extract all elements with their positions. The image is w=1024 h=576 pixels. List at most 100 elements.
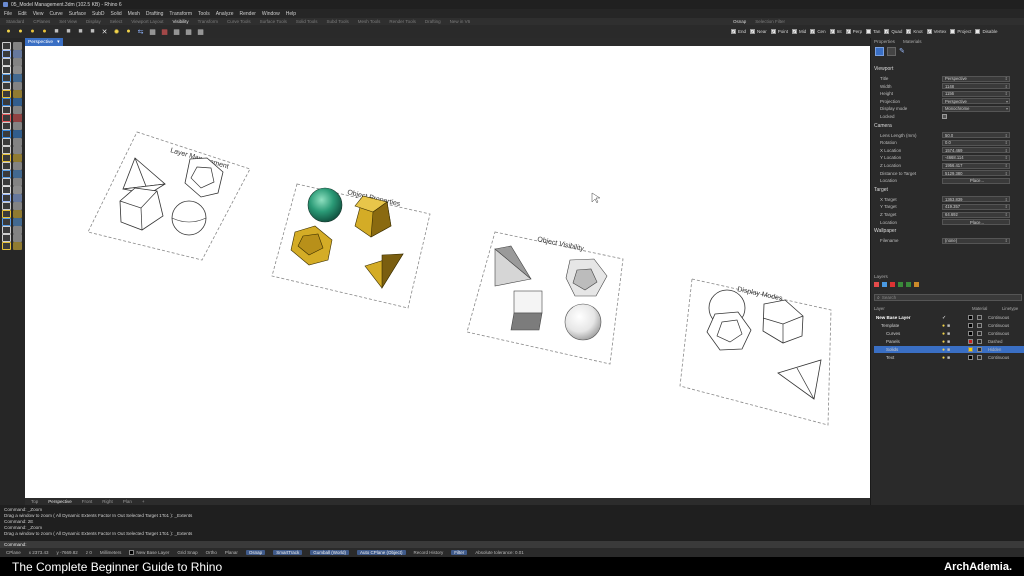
light-bulb-icon[interactable]: ● (942, 331, 945, 337)
toolbar-tab[interactable]: Mesh Tools (358, 19, 381, 24)
light-bulb-icon[interactable]: ● (4, 27, 13, 36)
spinner-icon[interactable]: ⇕ (1005, 163, 1009, 168)
osnap-point[interactable]: ✓ Point (770, 29, 788, 34)
up-icon[interactable] (898, 282, 903, 287)
toolbar-tab[interactable]: Render Tools (389, 19, 415, 24)
tool-icon[interactable] (2, 178, 11, 186)
osnap-tan[interactable]: Tan (866, 29, 880, 34)
lock-icon[interactable]: ■ (76, 27, 85, 36)
checkbox[interactable]: ✓ (792, 29, 798, 34)
tool-icon[interactable] (2, 210, 11, 218)
property-field[interactable]: 419.357 ⇕ (942, 203, 1010, 210)
osnap-knot[interactable]: ✓ Knot (906, 29, 923, 34)
tool-icon[interactable] (2, 218, 11, 226)
materials-tab[interactable]: Materials (903, 39, 922, 44)
osnap-cen[interactable]: ✓ Cen (810, 29, 826, 34)
osnap-quad[interactable]: ✓ Quad (884, 29, 902, 34)
property-field[interactable]: Perspective ⇕ (942, 75, 1010, 82)
layer-color-swatch[interactable] (968, 315, 973, 320)
material-swatch[interactable] (977, 315, 982, 320)
light-bulb-icon[interactable]: ● (16, 27, 25, 36)
perspective-viewport[interactable]: Layer Management Object Properties (25, 46, 870, 498)
menu-item-curve[interactable]: Curve (49, 11, 62, 17)
tool-icon[interactable] (13, 82, 22, 90)
status-toggle[interactable]: Record History (414, 550, 444, 555)
toolbar-tab[interactable]: Drafting (425, 19, 441, 24)
section-header[interactable]: Wallpaper (874, 228, 896, 234)
tool-icon[interactable] (2, 186, 11, 194)
checkbox[interactable] (866, 29, 872, 34)
filter-icon[interactable] (914, 282, 919, 287)
light-bulb-icon[interactable]: ● (942, 323, 945, 329)
viewport-tab[interactable]: Right (102, 499, 113, 504)
tool-icon[interactable] (2, 106, 11, 114)
tool-icon[interactable] (13, 234, 22, 242)
pen-icon[interactable]: ✎ (899, 47, 908, 56)
property-field[interactable]: 1956.417 ⇕ (942, 162, 1010, 169)
toolbar-tab[interactable]: Select (110, 19, 123, 24)
new-layer-icon[interactable] (874, 282, 879, 287)
tool-icon[interactable] (13, 218, 22, 226)
menu-item-help[interactable]: Help (286, 11, 296, 17)
spinner-icon[interactable]: ⇕ (1005, 133, 1009, 138)
spinner-icon[interactable]: ⇕ (1005, 84, 1009, 89)
osnap-vertex[interactable]: ✓ Vertex (926, 29, 946, 34)
light-bulb-icon[interactable]: ● (942, 355, 945, 361)
layer-color-swatch[interactable] (968, 339, 973, 344)
delete-icon[interactable] (890, 282, 895, 287)
spinner-icon[interactable]: ⇕ (1005, 155, 1009, 160)
osnap-disable[interactable]: Disable (975, 29, 997, 34)
tool-icon[interactable] (2, 98, 11, 106)
checkbox[interactable]: ✓ (770, 29, 776, 34)
layer-search-box[interactable]: ⌕ Search (874, 294, 1022, 301)
viewport-title-tab[interactable]: Perspective ▾ (25, 38, 63, 46)
checkbox[interactable] (950, 29, 956, 34)
layer-row[interactable]: New Base Layer ✓ Continuous (874, 314, 1024, 321)
layer-row[interactable]: Panels ● ■ Dashed (874, 338, 1024, 345)
tool-icon[interactable] (2, 74, 11, 82)
layer-color-swatch[interactable] (968, 331, 973, 336)
property-field[interactable]: -4668.114 ⇕ (942, 154, 1010, 161)
property-field[interactable]: 1148 ⇕ (942, 83, 1010, 90)
tool-icon[interactable] (2, 130, 11, 138)
tool-icon[interactable] (13, 226, 22, 234)
tool-icon[interactable] (2, 82, 11, 90)
menu-item-window[interactable]: Window (262, 11, 280, 17)
section-header[interactable]: Target (874, 187, 888, 193)
tool-icon[interactable] (2, 146, 11, 154)
osnap-tab[interactable]: Osnap (733, 19, 746, 24)
light-bulb-icon[interactable]: ● (28, 27, 37, 36)
grid-icon[interactable]: ▦ (196, 27, 205, 36)
command-prompt[interactable]: Command: (0, 541, 1024, 548)
tool-icon[interactable] (13, 194, 22, 202)
property-field[interactable]: 1574.469 ⇕ (942, 147, 1010, 154)
layer-linetype[interactable]: Continuous (988, 323, 1009, 328)
group-object-properties[interactable]: Object Properties (271, 183, 431, 309)
linetype-column-header[interactable]: Linetype (1002, 306, 1018, 312)
tool-icon[interactable] (2, 138, 11, 146)
tool-icon[interactable] (13, 146, 22, 154)
tool-icon[interactable] (13, 162, 22, 170)
toolbar-tab[interactable]: Transform (198, 19, 218, 24)
tool-icon[interactable] (13, 154, 22, 162)
selection-filter-tab[interactable]: Selection Filter (755, 19, 785, 24)
menu-item-file[interactable]: File (4, 11, 12, 17)
spinner-icon[interactable]: ⇕ (1005, 238, 1009, 243)
tool-icon[interactable] (2, 226, 11, 234)
menu-item-tools[interactable]: Tools (198, 11, 210, 17)
tool-icon[interactable] (13, 106, 22, 114)
layer-linetype[interactable]: Continuous (988, 315, 1009, 320)
osnap-end[interactable]: ✓ End (731, 29, 746, 34)
material-swatch[interactable] (977, 331, 982, 336)
toolbar-tab[interactable]: CPlanes (33, 19, 50, 24)
layer-row[interactable]: Curves ● ■ Continuous (874, 330, 1024, 337)
material-swatch[interactable] (977, 323, 982, 328)
lock-icon[interactable]: ■ (947, 339, 950, 345)
lock-icon[interactable]: ■ (947, 355, 950, 361)
tool-icon[interactable] (13, 186, 22, 194)
tool-icon[interactable] (2, 42, 11, 50)
toolbar-tab[interactable]: New in V6 (450, 19, 471, 24)
status-toggle[interactable]: Grid Snap (177, 550, 197, 555)
property-field[interactable]: 1363.839 ⇕ (942, 196, 1010, 203)
status-toggle[interactable]: SmartTrack (273, 550, 303, 555)
